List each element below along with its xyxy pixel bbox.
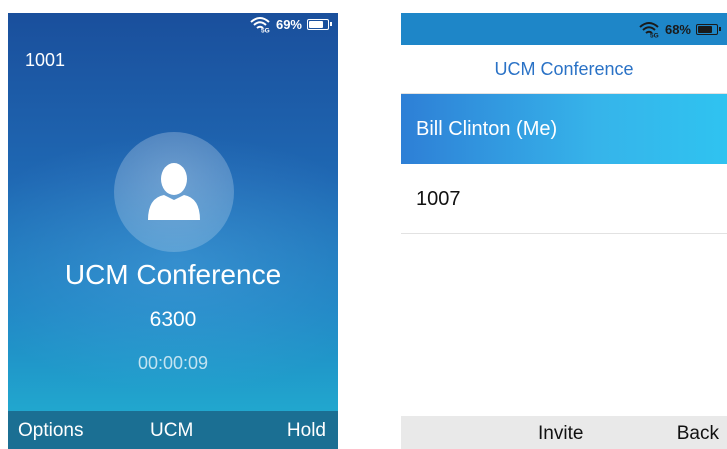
battery-icon: [696, 23, 721, 35]
ucm-softkey[interactable]: UCM: [150, 420, 193, 442]
call-timer: 00:00:09: [137, 353, 209, 373]
call-number: 6300: [149, 308, 197, 331]
contact-avatar-icon: [148, 163, 200, 220]
battery-level-fill: [309, 20, 323, 28]
wifi-5g-icon: 5G: [639, 22, 659, 39]
line-number: 1001: [25, 50, 66, 70]
options-softkey[interactable]: Options: [18, 420, 83, 442]
battery-percent: 69%: [275, 16, 302, 32]
call-name: UCM Conference: [64, 259, 282, 290]
hold-softkey[interactable]: Hold: [287, 420, 326, 442]
status-bar: 5G 69%: [249, 13, 338, 35]
wifi-5g-icon: 5G: [250, 17, 270, 34]
back-softkey[interactable]: Back: [677, 423, 719, 445]
page-title: UCM Conference: [401, 45, 727, 94]
wifi-band-label: 5G: [261, 28, 270, 34]
battery-icon: [307, 18, 332, 30]
wifi-band-label: 5G: [650, 33, 659, 39]
participant-item-self[interactable]: Bill Clinton (Me): [401, 94, 727, 164]
participant-item-1007[interactable]: 1007: [401, 164, 727, 234]
softkey-bar: Options UCM Hold: [8, 411, 338, 449]
battery-level-fill: [698, 25, 712, 33]
invite-softkey[interactable]: Invite: [538, 423, 583, 445]
call-screen: 5G 69% 1001 UCM Conference 6300 00:00:09…: [8, 13, 338, 449]
status-bar: 5G 68%: [638, 18, 727, 40]
avatar: [114, 132, 234, 252]
conference-participants-screen: 5G 68% UCM Conference Bill Clinton (Me) …: [401, 13, 727, 449]
softkey-bar: Invite Back: [401, 416, 727, 449]
battery-percent: 68%: [664, 21, 691, 37]
